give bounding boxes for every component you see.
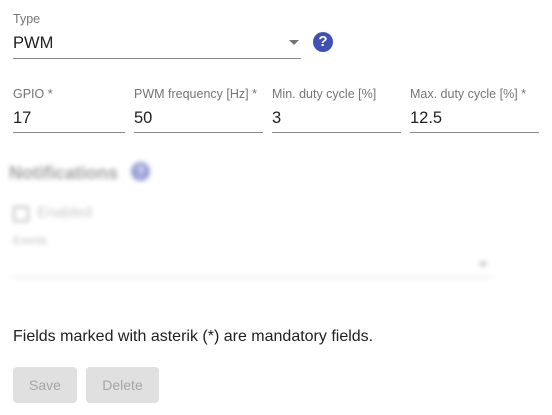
min-duty-cycle-input[interactable]: 3 — [272, 108, 281, 128]
save-button[interactable]: Save — [13, 367, 77, 403]
delete-button[interactable]: Delete — [86, 367, 159, 403]
max-duty-cycle-label: Max. duty cycle [%] * — [410, 87, 527, 101]
events-chevron-down-icon — [478, 262, 488, 267]
events-label: Events — [13, 235, 47, 247]
max-duty-cycle-field[interactable]: Max. duty cycle [%] * 12.5 — [410, 87, 539, 133]
gpio-label: GPIO * — [13, 87, 53, 101]
pwm-frequency-field[interactable]: PWM frequency [Hz] * 50 — [134, 87, 263, 133]
gpio-field[interactable]: GPIO * 17 — [13, 87, 125, 133]
pwm-frequency-input[interactable]: 50 — [134, 108, 152, 128]
max-duty-cycle-underline — [410, 132, 539, 133]
type-select-underline — [13, 58, 301, 59]
type-help-icon[interactable]: ? — [313, 32, 333, 52]
pwm-frequency-underline — [134, 132, 263, 133]
max-duty-cycle-input[interactable]: 12.5 — [410, 108, 442, 128]
mandatory-fields-note: Fields marked with asterik (*) are manda… — [13, 328, 374, 345]
min-duty-cycle-label: Min. duty cycle [%] — [272, 87, 377, 101]
notifications-section: Notifications ? Enabled Events — [0, 155, 552, 285]
gpio-underline — [13, 132, 125, 133]
notifications-help-icon: ? — [131, 162, 150, 181]
type-label: Type — [13, 12, 41, 26]
min-duty-cycle-underline — [272, 132, 401, 133]
enabled-label: Enabled — [37, 204, 93, 221]
enabled-checkbox — [13, 206, 29, 222]
min-duty-cycle-field[interactable]: Min. duty cycle [%] 3 — [272, 87, 401, 133]
pwm-frequency-label: PWM frequency [Hz] * — [134, 87, 257, 101]
notifications-title: Notifications — [9, 163, 119, 183]
chevron-down-icon[interactable] — [289, 40, 299, 45]
gpio-input[interactable]: 17 — [13, 108, 31, 128]
type-select[interactable]: Type PWM — [13, 12, 301, 59]
type-select-value[interactable]: PWM — [13, 33, 53, 53]
pwm-settings-form: Type PWM ? GPIO * 17 PWM frequency [Hz] … — [0, 0, 552, 415]
events-select-underline — [13, 277, 491, 278]
